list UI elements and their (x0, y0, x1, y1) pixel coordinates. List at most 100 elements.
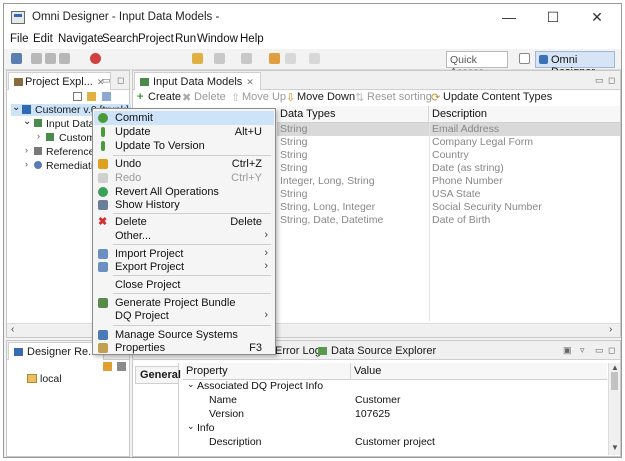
maximize-button[interactable]: ☐ (531, 4, 575, 30)
menu-item-delete[interactable]: ✖ Delete Delete (94, 215, 274, 229)
move-down-button[interactable]: Move Down (297, 91, 355, 103)
column-header-value[interactable]: Value (351, 363, 607, 380)
back-icon[interactable] (269, 53, 280, 64)
close-icon[interactable]: ✕ (246, 77, 254, 87)
quick-access-input[interactable]: Quick Access (446, 51, 508, 78)
filter-icon[interactable] (102, 92, 111, 101)
menu-item-undo[interactable]: Undo Ctrl+Z (94, 157, 274, 171)
create-button[interactable]: Create (148, 91, 181, 103)
new-icon[interactable] (11, 53, 22, 64)
back-arrow-icon[interactable] (285, 53, 296, 64)
menu-item-close-project[interactable]: Close Project (94, 278, 274, 292)
tree-item-reference[interactable]: Reference (46, 146, 94, 158)
move-up-button[interactable]: Move Up (242, 91, 286, 103)
property-name: Name (209, 394, 238, 406)
nav-icon[interactable] (214, 53, 225, 64)
menu-search[interactable]: Search (102, 33, 138, 45)
menu-window[interactable]: Window (197, 33, 238, 45)
update-content-types-button[interactable]: Update Content Types (443, 91, 552, 103)
save-icon[interactable] (31, 53, 42, 64)
tree-collapse-icon[interactable]: › (25, 159, 28, 169)
maximize-view-icon[interactable]: ◻ (117, 75, 124, 86)
minimize-view-icon[interactable]: ▭ (102, 75, 111, 86)
reset-sorting-button[interactable]: Reset sorting (367, 91, 432, 103)
tree-item-remediation[interactable]: Remediati (46, 160, 93, 172)
column-header-description[interactable]: Description (429, 106, 620, 123)
menu-help[interactable]: Help (240, 33, 264, 45)
property-value[interactable]: Customer (355, 394, 401, 406)
debug-icon[interactable] (90, 53, 101, 64)
tree-expand-icon[interactable]: ⌄ (12, 102, 20, 113)
menu-item-update-to-version[interactable]: Update To Version (94, 139, 274, 153)
property-value[interactable]: Customer project (355, 436, 435, 448)
minimize-button[interactable]: — (487, 4, 531, 30)
menu-item-other[interactable]: Other... › (94, 229, 274, 243)
repo-item-local[interactable]: local (40, 373, 62, 385)
save-all-icon[interactable] (45, 53, 56, 64)
group-expand-icon[interactable]: ⌄ (187, 379, 195, 390)
menu-item-export-project[interactable]: Export Project › (94, 260, 274, 274)
column-header-data-types[interactable]: Data Types (277, 106, 429, 123)
minimize-view-icon[interactable]: ▭ (595, 75, 604, 86)
tab-project-explorer[interactable]: Project Expl... ✕ (8, 72, 112, 90)
window-title: Omni Designer - Input Data Models - (32, 11, 220, 23)
vertical-scrollbar[interactable]: ▲ ▼ (608, 363, 620, 455)
property-value[interactable]: 107625 (355, 408, 390, 420)
minimize-view-icon[interactable]: ▭ (595, 345, 604, 356)
group-expand-icon[interactable]: ⌄ (187, 421, 195, 432)
submenu-arrow-icon: › (264, 229, 268, 241)
open-console-icon[interactable]: ▣ (563, 345, 572, 356)
scroll-thumb[interactable] (611, 372, 618, 390)
menu-edit[interactable]: Edit (33, 33, 53, 45)
update-content-types-icon: ⟳ (431, 92, 441, 104)
add-repo-icon[interactable] (103, 362, 112, 371)
column-header-property[interactable]: Property (183, 363, 351, 380)
tree-collapse-icon[interactable]: › (37, 131, 40, 141)
menu-item-revert-all-operations[interactable]: Revert All Operations (94, 185, 274, 199)
menu-item-dq-project[interactable]: DQ Project › (94, 309, 274, 323)
menu-item-properties[interactable]: Properties F3 (94, 341, 274, 355)
cell-description: Social Security Number (432, 201, 542, 213)
print-icon[interactable] (59, 53, 70, 64)
tab-data-source-explorer[interactable]: Data Source Explorer (313, 342, 442, 360)
side-tab-general[interactable]: General (135, 366, 181, 384)
tree-item-custom[interactable]: Custom (59, 132, 95, 144)
edit-icon[interactable] (192, 53, 203, 64)
context-menu: Commit Update Alt+U Update To Version Un… (92, 108, 276, 355)
open-perspective-icon[interactable] (519, 53, 530, 64)
close-button[interactable]: ✕ (575, 4, 619, 30)
tab-input-data-models[interactable]: Input Data Models ✕ (134, 72, 261, 90)
menu-project[interactable]: Project (138, 33, 174, 45)
menu-item-show-history[interactable]: Show History (94, 198, 274, 212)
title-bar: Omni Designer - Input Data Models - — ☐ … (4, 4, 621, 30)
tree-item-input-data[interactable]: Input Data (46, 118, 94, 130)
menu-item-commit[interactable]: Commit (94, 111, 274, 125)
forward-arrow-icon[interactable] (309, 53, 320, 64)
scroll-down-icon[interactable]: ▼ (611, 443, 619, 452)
tree-collapse-icon[interactable]: › (25, 145, 28, 155)
scroll-left-icon[interactable]: ‹ (11, 324, 14, 335)
menu-run[interactable]: Run (175, 33, 196, 45)
maximize-view-icon[interactable]: ◻ (608, 75, 615, 86)
menu-navigate[interactable]: Navigate (58, 33, 103, 45)
collapse-all-icon[interactable] (73, 92, 82, 101)
scroll-right-icon[interactable]: › (609, 324, 612, 335)
menu-file[interactable]: File (10, 33, 29, 45)
link-editor-icon[interactable] (87, 92, 96, 101)
menu-item-import-project[interactable]: Import Project › (94, 247, 274, 261)
move-up-icon: ⇧ (231, 92, 241, 104)
tab-designer-repository[interactable]: Designer Re... (8, 342, 105, 360)
refresh-icon[interactable] (117, 362, 126, 371)
menu-item-redo[interactable]: Redo Ctrl+Y (94, 171, 274, 185)
maximize-view-icon[interactable]: ◻ (608, 345, 615, 356)
scroll-up-icon[interactable]: ▲ (611, 363, 619, 372)
menu-item-manage-source-systems[interactable]: Manage Source Systems (94, 328, 274, 342)
menu-item-update[interactable]: Update Alt+U (94, 125, 274, 139)
delete-button[interactable]: Delete (194, 91, 226, 103)
annotation-icon[interactable] (241, 53, 252, 64)
cell-data-type: String (280, 149, 308, 161)
tree-expand-icon[interactable]: ⌄ (23, 116, 31, 127)
omni-designer-perspective-button[interactable]: Omni Designer (535, 51, 615, 78)
view-menu-icon[interactable]: ▿ (580, 345, 585, 356)
menu-item-generate-project-bundle[interactable]: Generate Project Bundle (94, 296, 274, 310)
